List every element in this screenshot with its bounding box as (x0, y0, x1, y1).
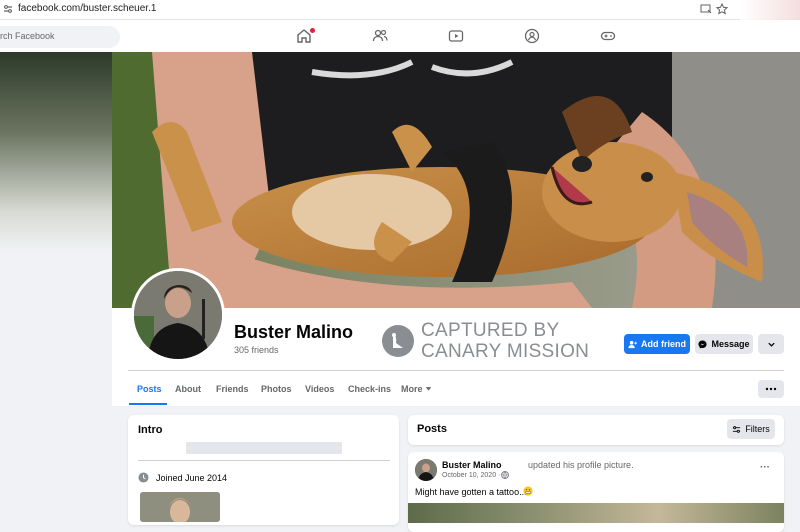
facebook-top-nav: rch Facebook (0, 20, 800, 52)
profile-dropdown-button[interactable] (758, 334, 784, 354)
messenger-icon (698, 339, 708, 349)
add-person-icon (628, 340, 637, 348)
intro-redacted-bio (186, 442, 342, 454)
add-friend-label: Add friend (641, 339, 686, 349)
tab-posts[interactable]: Posts (137, 384, 162, 394)
post-photo[interactable] (408, 503, 784, 523)
grimace-emoji-icon (523, 486, 533, 496)
friends-count[interactable]: 305 friends (234, 345, 279, 355)
clock-icon (138, 472, 149, 483)
cover-photo-image (112, 52, 800, 308)
tab-check-ins[interactable]: Check-ins (348, 384, 391, 394)
left-background-strip (0, 52, 112, 252)
post-author-avatar[interactable] (415, 459, 437, 481)
friends-icon[interactable] (372, 28, 388, 44)
avatar-image (134, 271, 222, 359)
intro-divider (138, 460, 390, 461)
active-tab-indicator (129, 403, 167, 405)
filter-sliders-icon (733, 425, 741, 433)
caret-down-icon (425, 387, 432, 391)
tab-about[interactable]: About (175, 384, 201, 394)
post-text: Might have gotten a tattoo.... (415, 487, 530, 497)
chevron-down-icon (767, 342, 775, 347)
canary-mission-logo-icon (382, 325, 414, 357)
post-date[interactable]: October 10, 2020 · (442, 472, 500, 479)
site-settings-icon[interactable] (3, 4, 13, 14)
filters-label: Filters (745, 424, 770, 434)
video-icon[interactable] (448, 28, 464, 44)
bookmark-star-icon[interactable] (716, 3, 728, 15)
tab-photos[interactable]: Photos (261, 384, 292, 394)
joined-date: Joined June 2014 (156, 473, 228, 483)
post-author-name[interactable]: Buster Malino (442, 460, 502, 470)
cover-photo[interactable] (112, 52, 800, 308)
gaming-icon[interactable] (600, 28, 616, 44)
public-globe-icon (501, 471, 509, 479)
tab-more[interactable]: More (401, 384, 432, 394)
message-label: Message (711, 339, 750, 349)
filters-button[interactable]: Filters (727, 419, 775, 439)
post-options-button[interactable]: ··· (760, 462, 770, 473)
tabs-divider (128, 370, 784, 371)
post-action-text: updated his profile picture. (528, 460, 634, 470)
url-text[interactable]: facebook.com/buster.scheuer.1 (18, 3, 156, 14)
post-avatar-image (415, 459, 437, 481)
canary-mission-watermark: CAPTURED BY CANARY MISSION (421, 320, 589, 362)
more-options-button[interactable] (758, 380, 784, 398)
intro-title: Intro (138, 424, 163, 436)
browser-address-bar: facebook.com/buster.scheuer.1 (0, 0, 800, 20)
groups-icon[interactable] (524, 28, 540, 44)
more-dots-icon (765, 387, 777, 391)
add-friend-button[interactable]: Add friend (624, 334, 690, 354)
toolbar-blur (740, 0, 800, 20)
profile-avatar[interactable] (131, 268, 225, 362)
profile-name: Buster Malino (234, 322, 354, 342)
tab-more-label: More (401, 384, 423, 394)
notification-dot (310, 28, 315, 33)
tab-videos[interactable]: Videos (305, 384, 334, 394)
tab-friends[interactable]: Friends (216, 384, 249, 394)
posts-title: Posts (417, 423, 447, 435)
watermark-line-2: CANARY MISSION (421, 341, 590, 362)
install-app-icon[interactable] (700, 3, 712, 15)
message-button[interactable]: Message (695, 334, 753, 354)
watermark-line-1: CAPTURED BY (421, 320, 560, 341)
search-input[interactable]: rch Facebook (0, 26, 120, 48)
